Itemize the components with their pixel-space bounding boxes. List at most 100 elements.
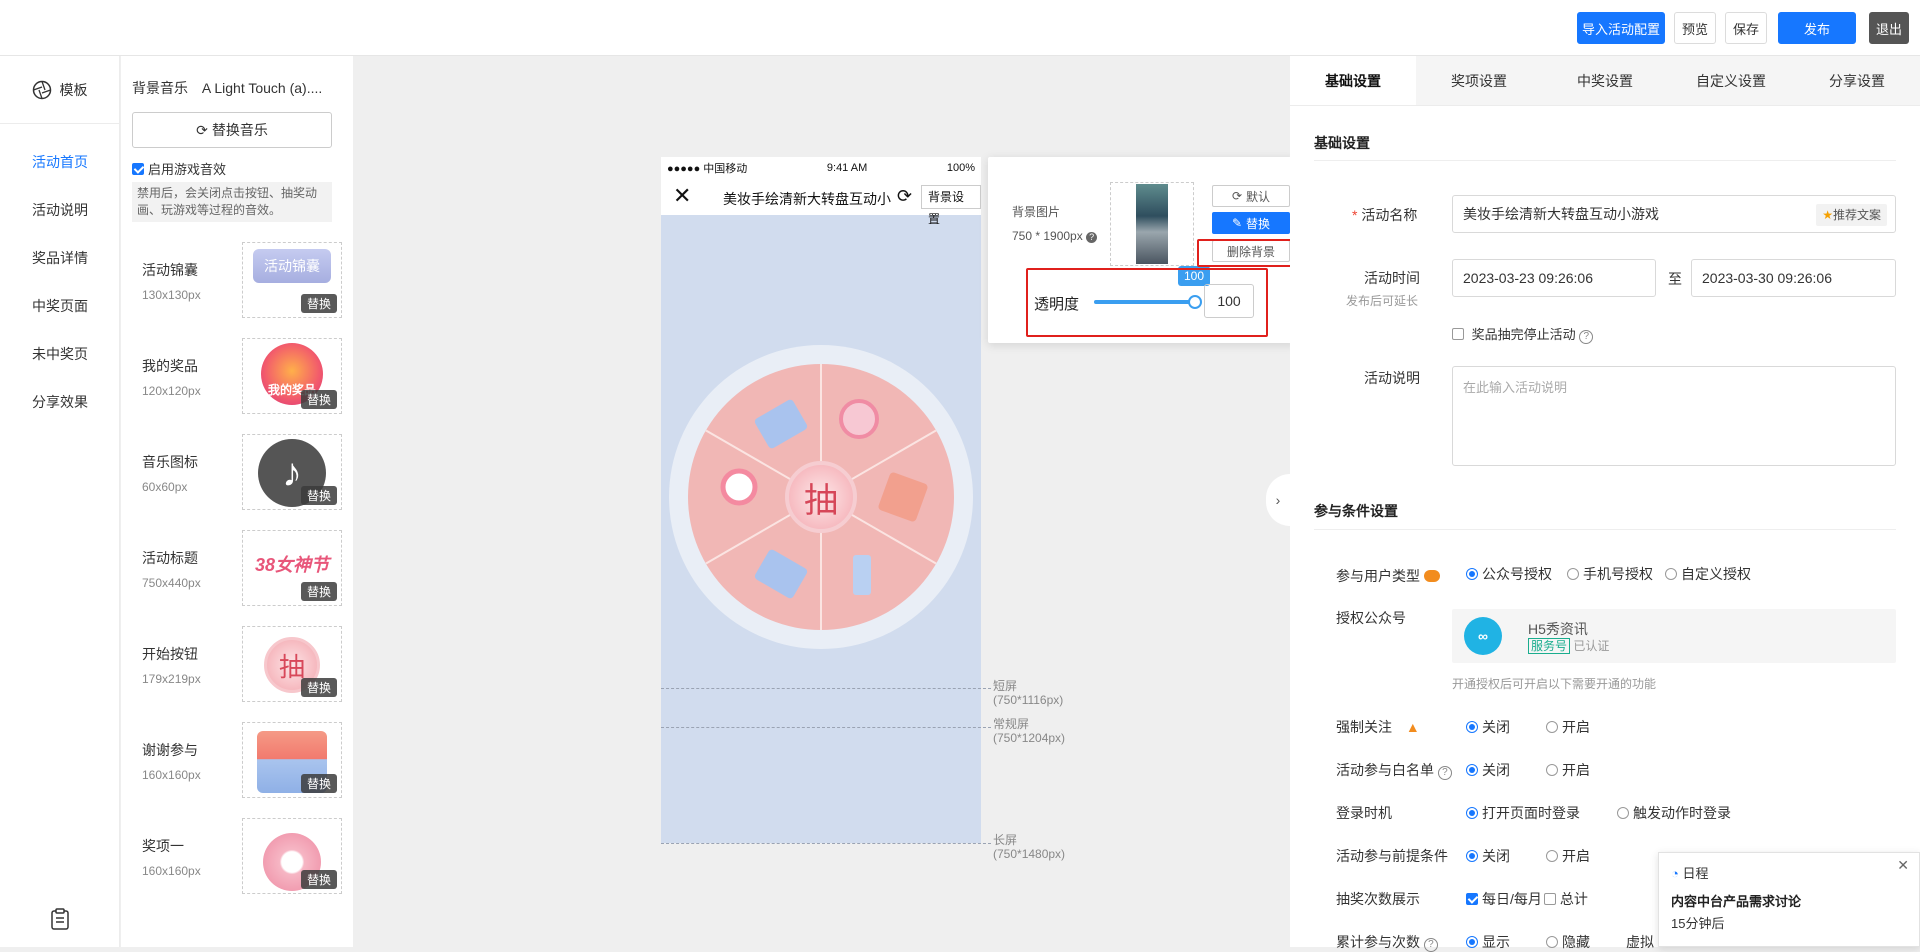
help-icon[interactable]: ?	[1086, 232, 1098, 243]
title-art: 38女神节	[254, 555, 330, 575]
radio-icon[interactable]	[1466, 721, 1478, 733]
tab-custom[interactable]: 自定义设置	[1668, 56, 1794, 105]
user-type-phone[interactable]: 手机号授权	[1567, 564, 1653, 584]
radio-icon[interactable]	[1466, 807, 1478, 819]
asset-name: 我的奖品	[142, 358, 198, 374]
schedule-notification[interactable]: ✕ ◔ 日程 内容中台产品需求讨论 15分钟后	[1658, 852, 1920, 947]
refresh-icon[interactable]: ⟳	[897, 186, 912, 207]
highlight-delete-bg	[1197, 239, 1293, 267]
bg-image-thumb[interactable]	[1110, 182, 1194, 266]
close-icon[interactable]: ✕	[673, 183, 691, 209]
asset-thumb-music[interactable]: ♪ 替换	[242, 434, 342, 510]
time-separator: 至	[1668, 271, 1682, 287]
replace-tag[interactable]: 替换	[300, 390, 337, 409]
replace-tag[interactable]: 替换	[300, 870, 337, 889]
radio-icon[interactable]	[1546, 764, 1558, 776]
replace-bg-button[interactable]: ✎ 替换	[1212, 212, 1290, 234]
radio-icon[interactable]	[1466, 568, 1478, 580]
replace-tag[interactable]: 替换	[300, 774, 337, 793]
auth-account-card[interactable]: ∞ H5秀资讯 服务号 已认证	[1452, 609, 1896, 663]
asset-size: 179x219px	[142, 672, 201, 686]
help-icon[interactable]: ?	[1437, 766, 1452, 780]
recommend-copy-button[interactable]: ★推荐文案	[1816, 204, 1887, 226]
tab-winning[interactable]: 中奖设置	[1542, 56, 1668, 105]
preview-button[interactable]: 预览	[1674, 12, 1716, 44]
radio-icon[interactable]	[1665, 568, 1677, 580]
wheel-center-text: 抽	[804, 481, 838, 520]
import-config-button[interactable]: 导入活动配置	[1577, 12, 1665, 44]
start-time-input[interactable]: 2023-03-23 09:26:06	[1452, 259, 1656, 297]
asset-thumb-prize1[interactable]: 替换	[242, 818, 342, 894]
nav-item-description[interactable]: 活动说明	[0, 186, 119, 234]
activity-desc-textarea[interactable]: 在此输入活动说明	[1452, 366, 1896, 466]
force-follow-off[interactable]: 关闭	[1466, 717, 1510, 737]
close-icon[interactable]: ✕	[1897, 857, 1909, 874]
asset-thumb-tips[interactable]: 活动锦囊 替换	[242, 242, 342, 318]
replace-music-button[interactable]: ⟳ 替换音乐	[132, 112, 332, 148]
clock-text: 9:41 AM	[826, 162, 868, 174]
asset-thumb-my-prize[interactable]: 我的奖品 替换	[242, 338, 342, 414]
sound-effect-checkbox[interactable]	[132, 163, 144, 175]
radio-icon[interactable]	[1546, 936, 1558, 948]
cumulative-show[interactable]: 显示	[1466, 932, 1510, 952]
clipboard-icon[interactable]	[50, 908, 70, 930]
asset-item: 奖项一 160x160px 替换	[131, 818, 353, 896]
radio-icon[interactable]	[1546, 721, 1558, 733]
whitelist-off[interactable]: 关闭	[1466, 760, 1510, 780]
radio-icon[interactable]	[1466, 850, 1478, 862]
nav-item-home[interactable]: 活动首页	[0, 138, 119, 186]
total-checkbox[interactable]	[1543, 893, 1556, 905]
end-time-input[interactable]: 2023-03-30 09:26:06	[1691, 259, 1896, 297]
tab-basic[interactable]: 基础设置	[1290, 56, 1416, 105]
login-on-open[interactable]: 打开页面时登录	[1466, 803, 1580, 823]
asset-thumb-title[interactable]: 38女神节 替换	[242, 530, 342, 606]
activity-time-note: 发布后可延长	[1346, 294, 1419, 308]
login-on-action[interactable]: 触发动作时登录	[1617, 803, 1731, 823]
help-icon[interactable]: ?	[1579, 330, 1594, 344]
activity-name-input[interactable]: 美妆手绘清新大转盘互动小游戏 ★推荐文案	[1452, 195, 1896, 233]
nav-item-win-page[interactable]: 中奖页面	[0, 282, 119, 330]
whitelist-on[interactable]: 开启	[1546, 760, 1590, 780]
asset-thumb-start[interactable]: 抽 替换	[242, 626, 342, 702]
publish-button[interactable]: 发布	[1778, 12, 1856, 44]
asset-thumb-thanks[interactable]: 替换	[242, 722, 342, 798]
radio-icon[interactable]	[1546, 850, 1558, 862]
save-button[interactable]: 保存	[1725, 12, 1767, 44]
service-account-badge: 服务号	[1528, 638, 1571, 654]
wheel-center-button[interactable]: 抽	[785, 461, 857, 533]
stop-when-empty-option[interactable]: 奖品抽完停止活动 ?	[1452, 324, 1594, 344]
user-type-wechat[interactable]: 公众号授权	[1466, 564, 1552, 584]
replace-tag[interactable]: 替换	[300, 294, 337, 313]
help-icon[interactable]: ?	[1423, 938, 1438, 952]
exit-button[interactable]: 退出	[1869, 12, 1909, 44]
user-type-custom[interactable]: 自定义授权	[1665, 564, 1751, 584]
long-screen-guide	[661, 843, 991, 844]
draw-count-label: 抽奖次数展示	[1336, 891, 1420, 907]
force-follow-on[interactable]: 开启	[1546, 717, 1590, 737]
replace-tag[interactable]: 替换	[300, 582, 337, 601]
bg-setting-button[interactable]: 背景设置	[921, 185, 981, 226]
default-button[interactable]: ⟳ 默认	[1212, 185, 1290, 207]
asset-name: 谢谢参与	[142, 742, 198, 758]
radio-icon[interactable]	[1466, 936, 1478, 948]
radio-icon[interactable]	[1567, 568, 1579, 580]
precondition-off[interactable]: 关闭	[1466, 846, 1510, 866]
precondition-on[interactable]: 开启	[1546, 846, 1590, 866]
precondition-label: 活动参与前提条件	[1336, 848, 1448, 864]
radio-icon[interactable]	[1466, 764, 1478, 776]
sound-effect-toggle[interactable]: 启用游戏音效	[132, 159, 226, 178]
daily-checkbox[interactable]	[1466, 893, 1478, 905]
phone-preview[interactable]: ●●●●● 中国移动 9:41 AM 100% ✕ 美妆手绘清新大转盘互动小 ⟳…	[661, 157, 981, 843]
cumulative-hide[interactable]: 隐藏	[1546, 932, 1590, 952]
nav-item-lose-page[interactable]: 未中奖页	[0, 330, 119, 378]
tab-prize[interactable]: 奖项设置	[1416, 56, 1542, 105]
replace-tag[interactable]: 替换	[300, 678, 337, 697]
nav-item-prize-detail[interactable]: 奖品详情	[0, 234, 119, 282]
template-tab[interactable]: 模板	[0, 56, 119, 124]
nav-item-share[interactable]: 分享效果	[0, 378, 119, 426]
tab-share[interactable]: 分享设置	[1794, 56, 1920, 105]
stop-when-empty-checkbox[interactable]	[1452, 328, 1464, 340]
replace-tag[interactable]: 替换	[300, 486, 337, 505]
radio-icon[interactable]	[1617, 807, 1629, 819]
draw-count-options[interactable]: 每日/每月 总计	[1466, 889, 1588, 909]
